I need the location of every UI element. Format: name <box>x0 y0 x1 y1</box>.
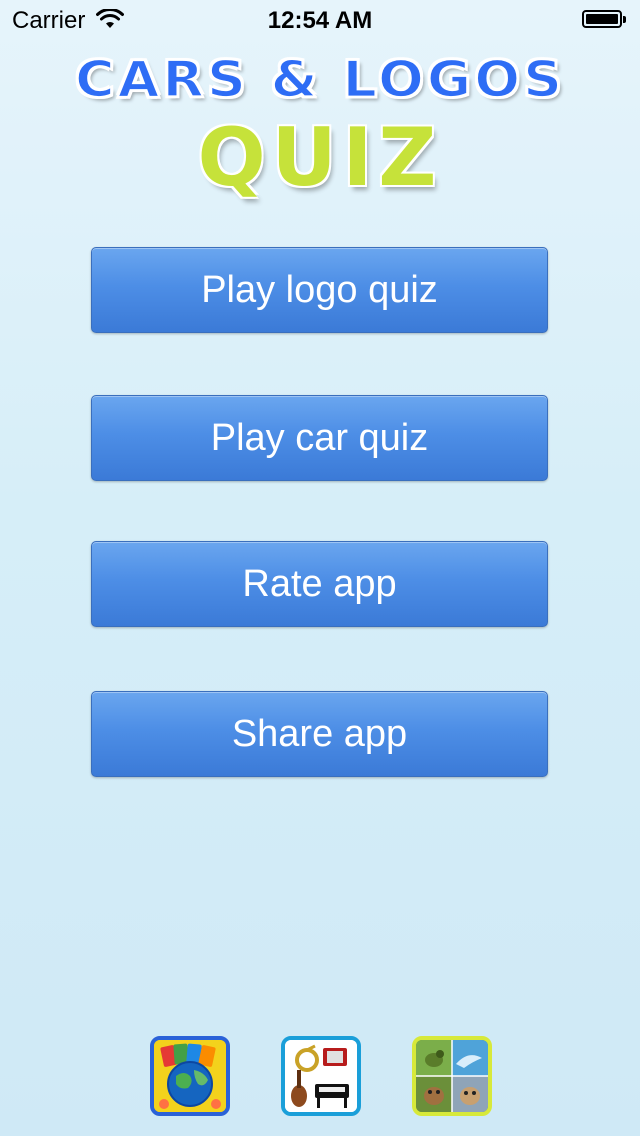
musical-instruments-quiz-app-icon[interactable] <box>281 1036 361 1116</box>
more-apps-bar <box>0 1036 640 1116</box>
status-bar: Carrier 12:54 AM <box>0 0 640 40</box>
battery-icon <box>582 10 628 30</box>
play-logo-quiz-button[interactable]: Play logo quiz <box>91 247 548 333</box>
app-logo: CARS & LOGOS QUIZ <box>0 48 640 208</box>
battery-fill <box>586 14 618 24</box>
logo-title-line1: CARS & LOGOS <box>74 50 566 110</box>
rate-app-button[interactable]: Rate app <box>91 541 548 627</box>
play-car-quiz-button[interactable]: Play car quiz <box>91 395 548 481</box>
flags-globe-quiz-app-icon[interactable] <box>150 1036 230 1116</box>
clock: 12:54 AM <box>267 7 373 34</box>
animals-quiz-app-icon[interactable] <box>412 1036 492 1116</box>
share-app-button[interactable]: Share app <box>91 691 548 777</box>
logo-title-line2: QUIZ <box>197 111 443 204</box>
